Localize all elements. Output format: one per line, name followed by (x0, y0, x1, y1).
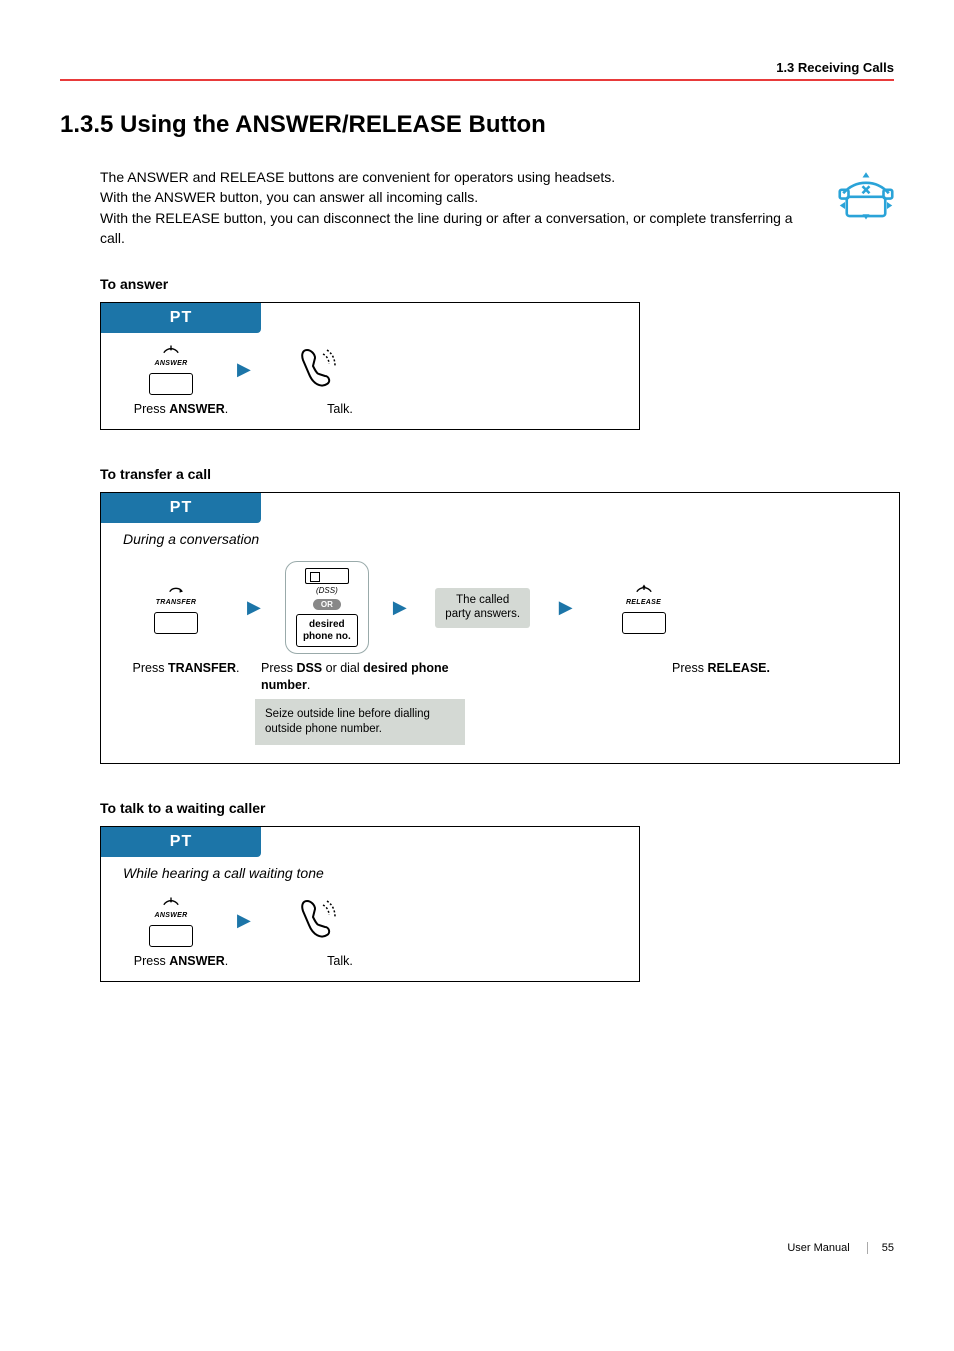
steps-row-waiting: ANSWER ▶ (101, 885, 639, 953)
caption-press-transfer: Press TRANSFER. (133, 660, 240, 676)
captions-transfer: Press TRANSFER. Press DSS or dial desire… (101, 660, 899, 693)
operator-phone-icon (838, 167, 894, 226)
arrow-icon: ▶ (553, 597, 579, 618)
breadcrumb: 1.3 Receiving Calls (60, 60, 894, 81)
page-title: 1.3.5 Using the ANSWER/RELEASE Button (60, 111, 894, 139)
answer-label: ANSWER (155, 360, 188, 367)
choice-wrap: (DSS) OR desired phone no. (285, 561, 369, 654)
transfer-arrow-icon (167, 582, 185, 599)
answer-button-draw (149, 373, 193, 395)
procedure-answer: PT ANSWER ▶ Press ANSWER. (100, 302, 640, 430)
heading-to-transfer: To transfer a call (100, 466, 894, 482)
dss-label: (DSS) (316, 586, 338, 595)
steps-row-transfer: TRANSFER ▶ (DSS) OR desired phone no. ▶ (101, 551, 899, 660)
step-talk (267, 344, 367, 395)
page-footer: User Manual 55 (60, 1242, 894, 1254)
heading-to-answer: To answer (100, 276, 894, 292)
handset-talk-icon (293, 895, 341, 946)
breadcrumb-text: 1.3 Receiving Calls (776, 60, 894, 75)
context-call-waiting: While hearing a call waiting tone (123, 865, 639, 881)
desired-phone-box: desired phone no. (296, 614, 358, 647)
step-release-button: RELEASE (589, 582, 699, 634)
intro-row: The ANSWER and RELEASE buttons are conve… (100, 167, 894, 248)
step-dss-or-dial: (DSS) OR desired phone no. (277, 561, 377, 654)
arrow-icon: ▶ (241, 597, 267, 618)
intro-line-1: The ANSWER and RELEASE buttons are conve… (100, 167, 818, 187)
context-during-conversation: During a conversation (123, 531, 899, 547)
caption-talk: Talk. (327, 401, 353, 417)
pt-label: PT (101, 303, 261, 333)
caption-press-dss: Press DSS or dial desired phone number. (261, 660, 461, 693)
arrow-icon: ▶ (231, 359, 257, 380)
caption-press-answer: Press ANSWER. (134, 401, 228, 417)
captions-waiting: Press ANSWER. Talk. (101, 953, 639, 969)
handset-talk-icon (293, 344, 341, 395)
procedure-waiting: PT While hearing a call waiting tone ANS… (100, 826, 640, 982)
step-called-party: The called party answers. (423, 588, 543, 628)
steps-row-answer: ANSWER ▶ (101, 333, 639, 401)
heading-to-waiting: To talk to a waiting caller (100, 800, 894, 816)
intro-text: The ANSWER and RELEASE buttons are conve… (100, 167, 818, 248)
handset-up-icon (635, 582, 653, 599)
footer-page-number: 55 (867, 1242, 894, 1254)
called-party-note: The called party answers. (435, 588, 530, 628)
caption-talk-2: Talk. (327, 953, 353, 969)
captions-answer: Press ANSWER. Talk. (101, 401, 639, 417)
caption-press-answer-2: Press ANSWER. (134, 953, 228, 969)
pt-label: PT (101, 827, 261, 857)
intro-line-3: With the RELEASE button, you can disconn… (100, 208, 818, 249)
procedure-transfer: PT During a conversation TRANSFER ▶ (DSS… (100, 492, 900, 763)
arrow-icon: ▶ (231, 910, 257, 931)
caption-press-release: Press RELEASE. (672, 660, 770, 676)
footer-manual: User Manual (787, 1242, 849, 1254)
release-label: RELEASE (626, 599, 661, 606)
answer-label: ANSWER (155, 912, 188, 919)
step-answer-button-2: ANSWER (121, 895, 221, 947)
intro-line-2: With the ANSWER button, you can answer a… (100, 187, 818, 207)
dss-button-draw (305, 568, 349, 584)
step-answer-button: ANSWER (121, 343, 221, 395)
pt-label: PT (101, 493, 261, 523)
note-seize-outside-line: Seize outside line before dialling outsi… (255, 699, 465, 745)
step-transfer-button: TRANSFER (121, 582, 231, 634)
or-pill: OR (313, 599, 341, 610)
handset-down-icon (162, 343, 180, 360)
handset-down-icon (162, 895, 180, 912)
arrow-icon: ▶ (387, 597, 413, 618)
step-talk-2 (267, 895, 367, 946)
transfer-label: TRANSFER (156, 599, 197, 606)
